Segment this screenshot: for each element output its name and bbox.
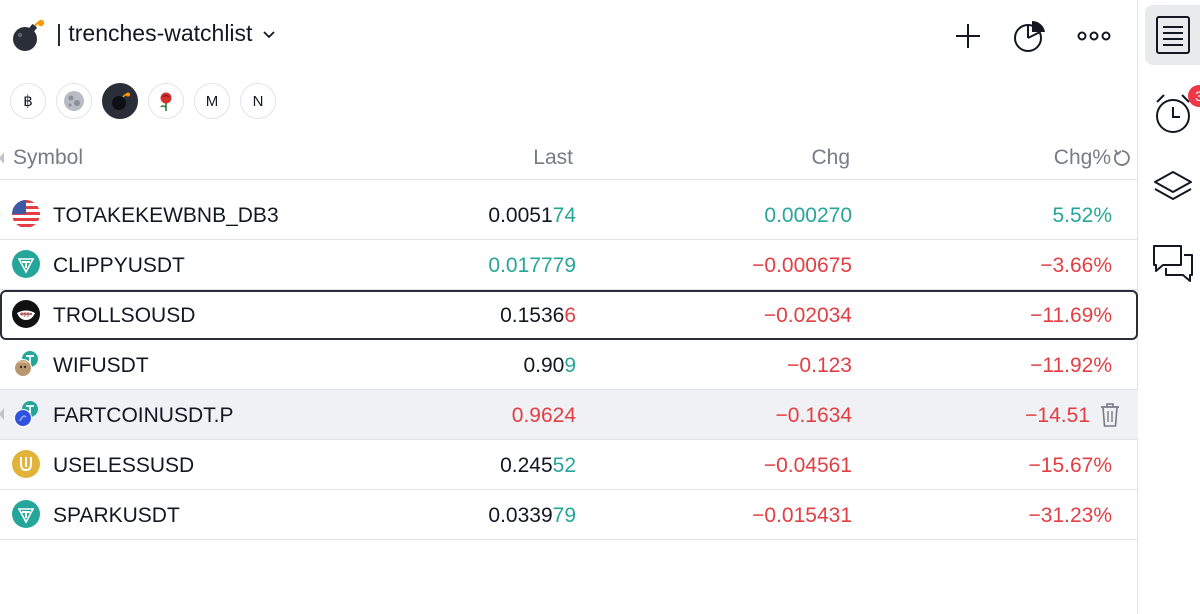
tether-icon (12, 500, 40, 528)
row-last: 0.909 (523, 354, 576, 378)
chip-n[interactable]: N (240, 83, 276, 119)
row-last: 0.033979 (488, 504, 576, 528)
watchlist-name: | trenches-watchlist (56, 20, 253, 46)
row-symbol: SPARKUSDT (53, 504, 180, 527)
troll-face-icon (12, 300, 40, 328)
fartcoin-icon (14, 401, 38, 427)
right-toolbar: 3 (1139, 0, 1200, 614)
alarm-clock-icon (1156, 94, 1190, 133)
bomb-logo-icon (13, 19, 45, 51)
alerts-button[interactable]: 3 (1145, 82, 1200, 142)
row-last: 0.017779 (488, 254, 576, 277)
row-chg: −0.015431 (752, 504, 852, 527)
row-symbol: CLIPPYUSDT (53, 254, 185, 277)
row-last-main: 0.245 (500, 454, 553, 477)
row-chg-percent: −11.92% (1030, 354, 1112, 377)
layers-icon (1154, 171, 1192, 200)
chip-m-label: M (205, 92, 219, 110)
row-last: 0.15366 (500, 304, 576, 328)
row-last-main: 0.0339 (488, 504, 553, 527)
drag-handle-icon[interactable] (0, 406, 6, 422)
table-row[interactable]: TOTAKEKEWBNB_DB3 0.005174 0.000270 5.52% (0, 190, 1138, 240)
table-row[interactable]: WIFUSDT 0.909 −0.123 −11.92% (0, 340, 1138, 390)
bomb-icon (112, 92, 130, 110)
row-last-tail: 6 (564, 304, 576, 327)
more-horizontal-icon (1077, 31, 1111, 41)
row-symbol: USELESSUSD (53, 454, 195, 477)
row-chg: −0.02034 (763, 304, 852, 327)
trash-icon[interactable] (1098, 402, 1122, 428)
row-chg: −0.000675 (752, 254, 852, 277)
row-chg-percent: −3.66% (1040, 254, 1112, 277)
row-last-tail: 52 (552, 454, 576, 477)
table-row[interactable]: SPARKUSDT 0.033979 −0.015431 −31.23% (0, 490, 1138, 540)
table-row[interactable]: CLIPPYUSDT 0.017779 −0.000675 −3.66% (0, 240, 1138, 290)
pie-chart-icon (1014, 20, 1045, 52)
moon-icon (64, 91, 84, 111)
pie-chart-button[interactable] (1010, 16, 1050, 56)
chip-m[interactable]: M (194, 83, 230, 119)
column-header: Symbol Last Chg Chg% (0, 136, 1138, 180)
row-chg: −0.123 (787, 354, 852, 377)
row-symbol: TROLLSOUSD (53, 304, 196, 327)
chip-rose[interactable] (148, 83, 184, 119)
more-options-button[interactable] (1074, 16, 1114, 56)
row-chg: −0.1634 (775, 404, 853, 427)
chevron-down-icon (263, 30, 276, 38)
chip-bitcoin[interactable]: ฿ (10, 83, 46, 119)
refresh-icon[interactable] (1112, 148, 1132, 168)
watchlist-panel: | trenches-watchlist ฿ M N Symbol Last C… (0, 0, 1138, 614)
row-symbol: FARTCOINUSDT.P (53, 404, 234, 427)
row-symbol: WIFUSDT (53, 354, 149, 377)
rose-icon (160, 92, 172, 111)
watchlist-header: | trenches-watchlist (0, 0, 1138, 72)
row-last: 0.9624 (511, 404, 576, 427)
table-row-hovered[interactable]: FARTCOINUSDT.P 0.9624 −0.1634 −14.51 (0, 390, 1138, 440)
wif-dog-icon (14, 351, 38, 377)
chat-icon (1153, 245, 1193, 282)
bitcoin-icon: ฿ (23, 93, 33, 110)
us-flag-icon (12, 200, 40, 228)
row-last-main: 0.0051 (488, 204, 553, 227)
add-symbol-button[interactable] (948, 16, 988, 56)
chip-bomb[interactable] (102, 83, 138, 119)
row-last: 0.24552 (500, 454, 576, 478)
watchlist-icon (1156, 16, 1190, 54)
useless-coin-icon (12, 450, 40, 478)
row-last-tail: 79 (552, 504, 576, 527)
row-symbol: TOTAKEKEWBNB_DB3 (53, 204, 279, 227)
watchlist-name-button[interactable]: | trenches-watchlist (56, 20, 278, 47)
row-chg-percent: −14.51 (1025, 404, 1090, 427)
tether-icon (12, 250, 40, 278)
column-symbol[interactable]: Symbol (13, 146, 83, 170)
table-row-selected[interactable]: TROLLSOUSD 0.15366 −0.02034 −11.69% (0, 290, 1138, 340)
row-chg: −0.04561 (763, 454, 852, 477)
watchlist-chips: ฿ M N (10, 83, 276, 119)
row-last-main: 0.90 (523, 354, 565, 377)
column-chg[interactable]: Chg (811, 146, 850, 170)
watchlist-button[interactable] (1145, 5, 1200, 65)
row-chg-percent: −31.23% (1028, 504, 1113, 527)
chat-button[interactable] (1145, 233, 1200, 293)
row-chg: 0.000270 (764, 204, 852, 227)
row-last-main: 0.1536 (500, 304, 565, 327)
row-chg-percent: −15.67% (1028, 454, 1113, 477)
table-row[interactable]: USELESSUSD 0.24552 −0.04561 −15.67% (0, 440, 1138, 490)
column-last[interactable]: Last (533, 146, 573, 170)
column-chg-percent[interactable]: Chg% (1054, 146, 1111, 170)
row-last: 0.005174 (488, 204, 576, 228)
watchlist-rows: TOTAKEKEWBNB_DB3 0.005174 0.000270 5.52%… (0, 190, 1138, 540)
collapse-handle-icon[interactable] (0, 150, 6, 166)
row-chg-percent: −11.69% (1030, 304, 1112, 327)
row-last-tail: 74 (552, 204, 576, 227)
chip-n-label: N (252, 92, 264, 110)
plus-icon (956, 24, 980, 48)
layers-button[interactable] (1145, 157, 1200, 217)
row-last-tail: 9 (564, 354, 576, 377)
row-chg-percent: 5.52% (1052, 204, 1112, 227)
chip-moon[interactable] (56, 83, 92, 119)
